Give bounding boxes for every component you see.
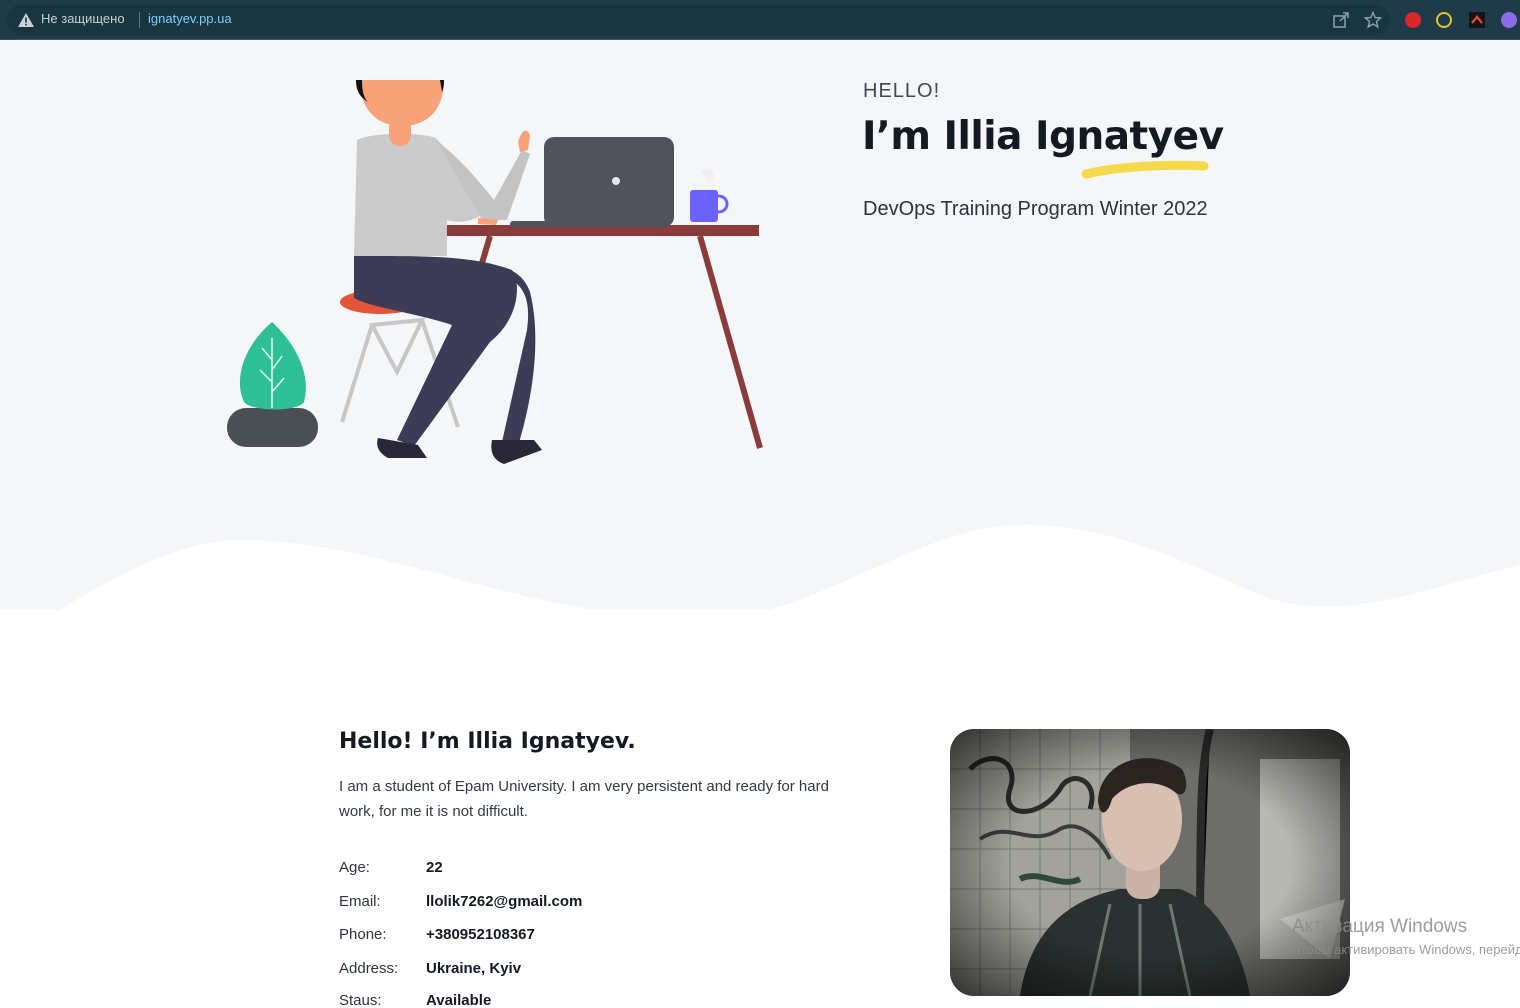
info-value: Ukraine, Kyiv (426, 960, 522, 977)
info-label: Email: (339, 893, 381, 910)
info-value: llolik7262@gmail.com (426, 893, 583, 910)
browser-toolbar: Не защищено ignatyev.pp.ua (0, 0, 1520, 40)
info-value: 22 (426, 859, 443, 876)
ublock-icon[interactable] (1405, 12, 1421, 28)
hero-greeting: HELLO! (863, 80, 941, 102)
info-value: +380952108367 (426, 926, 535, 943)
extension-red-icon[interactable] (1469, 12, 1485, 28)
extension-purple-icon[interactable] (1501, 12, 1517, 28)
info-label: Address: (339, 960, 399, 977)
windows-activation-subtitle: Чтобы активировать Windows, перейдите (1292, 942, 1520, 957)
extension-yellow-icon[interactable] (1436, 12, 1452, 28)
about-description: I am a student of Epam University. I am … (339, 778, 829, 820)
info-label: Age: (339, 859, 370, 876)
hero-section: HELLO! I’m Illia Ignatyev DevOps Trainin… (0, 40, 1520, 670)
warning-icon[interactable] (18, 13, 34, 27)
info-label: Phone: (339, 926, 387, 943)
share-icon[interactable] (1332, 11, 1350, 29)
title-highlight-stroke (1081, 160, 1209, 179)
url-text[interactable]: ignatyev.pp.ua (148, 11, 232, 26)
security-status[interactable]: Не защищено (41, 11, 125, 26)
info-value: Available (426, 992, 492, 1008)
divider (139, 12, 140, 28)
hero-title: I’m Illia Ignatyev (862, 114, 1224, 159)
developer-at-desk-illustration (227, 80, 763, 464)
profile-photo (950, 729, 1350, 996)
info-label: Staus: (339, 992, 382, 1008)
windows-activation-watermark: Активация Windows (1292, 916, 1468, 937)
star-icon[interactable] (1364, 11, 1382, 29)
hero-subtitle: DevOps Training Program Winter 2022 (863, 198, 1208, 220)
wave-divider (0, 524, 1520, 670)
about-title: Hello! I’m Illia Ignatyev. (339, 729, 636, 754)
